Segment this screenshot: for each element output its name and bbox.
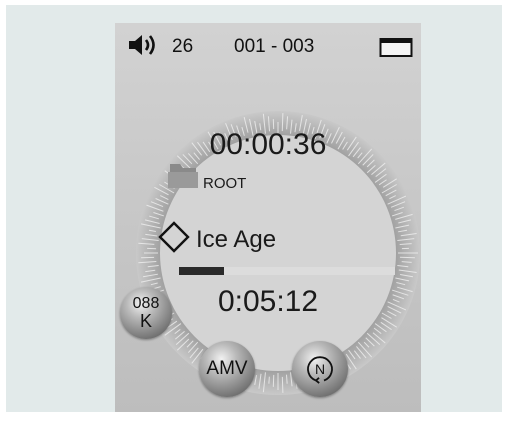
diamond-tag-icon <box>158 221 190 253</box>
format-label: AMV <box>206 358 248 379</box>
volume-level: 26 <box>172 36 194 57</box>
ring-streak <box>399 256 415 259</box>
mode-letter: N <box>315 361 325 377</box>
repeat-mode-button[interactable]: N <box>292 341 348 397</box>
elapsed-time: 00:00:36 <box>209 128 327 161</box>
track-title: Ice Age <box>196 226 277 253</box>
bitrate-unit: K <box>139 311 152 331</box>
ring-streak <box>401 261 412 263</box>
speaker-icon[interactable] <box>127 33 161 57</box>
progress-fill <box>179 267 225 275</box>
ring-streak <box>286 374 288 384</box>
progress-bar[interactable] <box>179 267 395 275</box>
repeat-normal-icon: N <box>307 356 333 384</box>
player-screen: 26 001 - 003 00:00:36 ROOT Ice Age 0:05:… <box>115 23 421 412</box>
bitrate-button[interactable]: 088 K <box>120 287 172 339</box>
bitrate-value: 088 <box>132 295 160 312</box>
ring-streak <box>281 376 284 393</box>
amv-button[interactable]: AMV <box>199 341 255 397</box>
folder-label: ROOT <box>203 175 247 192</box>
track-range: 001 - 003 <box>234 36 315 57</box>
folder-icon <box>168 164 198 188</box>
battery-icon <box>379 38 413 57</box>
